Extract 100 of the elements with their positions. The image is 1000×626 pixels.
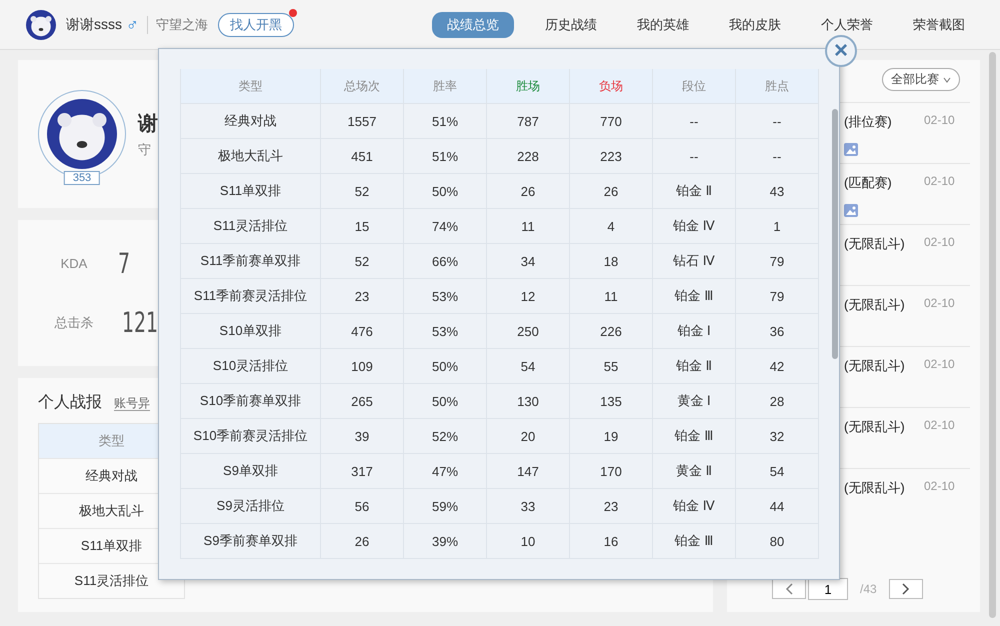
column-header: 胜率 (404, 69, 487, 104)
match-filter-dropdown[interactable]: 全部比赛 (882, 68, 960, 91)
table-cell: 铂金 Ⅰ (653, 314, 736, 349)
table-cell: 54 (487, 349, 570, 384)
match-date: 02-10 (924, 174, 956, 190)
match-mode: (无限乱斗) (844, 296, 906, 314)
table-cell: 80 (736, 524, 819, 559)
table-cell: 51% (404, 104, 487, 139)
table-cell: 42 (736, 349, 819, 384)
table-cell: 铂金 Ⅲ (653, 524, 736, 559)
table-cell: 32 (736, 419, 819, 454)
profile-subtitle: 守 (138, 140, 152, 158)
table-cell: 1 (736, 209, 819, 244)
table-cell: 26 (570, 174, 653, 209)
table-cell: 43 (736, 174, 819, 209)
table-cell: 109 (321, 349, 404, 384)
match-date: 02-10 (924, 479, 956, 495)
table-cell: 130 (487, 384, 570, 419)
table-cell: S10季前赛单双排 (181, 384, 321, 419)
server-name: 守望之海 (156, 16, 208, 34)
table-cell: 170 (570, 454, 653, 489)
table-cell: 317 (321, 454, 404, 489)
nav-tab[interactable]: 我的英雄 (620, 12, 706, 38)
table-cell: 1557 (321, 104, 404, 139)
column-header: 类型 (181, 69, 321, 104)
stat-value: 7 (118, 247, 130, 280)
table-cell: 226 (570, 314, 653, 349)
image-icon[interactable] (844, 204, 858, 216)
nav-tab[interactable]: 我的皮肤 (712, 12, 798, 38)
image-icon[interactable] (844, 142, 858, 156)
table-cell: 11 (487, 209, 570, 244)
table-cell: 19 (570, 419, 653, 454)
table-cell: 56 (321, 489, 404, 524)
column-header: 总场次 (321, 69, 404, 104)
table-cell: 223 (570, 139, 653, 174)
table-cell: 11 (570, 279, 653, 314)
table-cell: 39% (404, 524, 487, 559)
table-cell: 52 (321, 244, 404, 279)
table-cell: 52% (404, 419, 487, 454)
table-cell: 52 (321, 174, 404, 209)
match-date: 02-10 (924, 296, 956, 312)
table-cell: 铂金 Ⅲ (653, 419, 736, 454)
scrollbar[interactable] (989, 52, 996, 618)
table-cell: S11季前赛灵活排位 (181, 279, 321, 314)
table-cell: 47% (404, 454, 487, 489)
next-page-button[interactable] (888, 579, 923, 599)
table-cell: 53% (404, 279, 487, 314)
table-cell: 经典对战 (181, 104, 321, 139)
table-cell: 59% (404, 489, 487, 524)
table-cell: S10灵活排位 (181, 349, 321, 384)
table-cell: S9季前赛单双排 (181, 524, 321, 559)
table-cell: 铂金 Ⅱ (653, 349, 736, 384)
match-date: 02-10 (924, 357, 956, 373)
match-mode: (无限乱斗) (844, 479, 906, 497)
stat-label: 总击杀 (54, 314, 94, 332)
table-cell: S9灵活排位 (181, 489, 321, 524)
report-link[interactable]: 账号异 (114, 396, 150, 411)
table-cell: 36 (736, 314, 819, 349)
table-cell: 50% (404, 174, 487, 209)
stat-value: 121 (122, 306, 158, 339)
column-header: 胜场 (487, 69, 570, 104)
table-cell: 铂金 Ⅱ (653, 174, 736, 209)
table-cell: S10季前赛灵活排位 (181, 419, 321, 454)
table-cell: S11单双排 (181, 174, 321, 209)
table-cell: 228 (487, 139, 570, 174)
page-input[interactable]: 1 (808, 578, 848, 600)
nav-tab[interactable]: 个人荣誉 (804, 12, 890, 38)
stat-label: KDA (60, 256, 88, 271)
table-cell: 铂金 Ⅲ (653, 279, 736, 314)
table-cell: 18 (570, 244, 653, 279)
table-cell: 28 (736, 384, 819, 419)
table-cell: 250 (487, 314, 570, 349)
table-cell: 4 (570, 209, 653, 244)
table-cell: -- (736, 139, 819, 174)
table-cell: 15 (321, 209, 404, 244)
table-cell: 476 (321, 314, 404, 349)
table-cell: 钻石 Ⅳ (653, 244, 736, 279)
table-cell: -- (653, 104, 736, 139)
chevron-right-icon (902, 583, 910, 595)
table-cell: 极地大乱斗 (181, 139, 321, 174)
table-cell: 50% (404, 349, 487, 384)
scrollbar[interactable] (832, 109, 838, 359)
nav-tab[interactable]: 历史战绩 (528, 12, 614, 38)
table-cell: 787 (487, 104, 570, 139)
table-cell: 55 (570, 349, 653, 384)
table-cell: 50% (404, 384, 487, 419)
table-cell: S10单双排 (181, 314, 321, 349)
table-cell: S11灵活排位 (181, 209, 321, 244)
table-cell: 53% (404, 314, 487, 349)
table-cell: 44 (736, 489, 819, 524)
table-cell: 黄金 Ⅱ (653, 454, 736, 489)
table-cell: 10 (487, 524, 570, 559)
match-date: 02-10 (924, 235, 956, 251)
nav-tab[interactable]: 荣誉截图 (896, 12, 982, 38)
table-cell: 23 (570, 489, 653, 524)
level-badge: 353 (64, 171, 100, 185)
column-header: 胜点 (736, 69, 819, 104)
prev-page-button[interactable] (772, 579, 806, 599)
table-cell: 135 (570, 384, 653, 419)
table-cell: S9单双排 (181, 454, 321, 489)
